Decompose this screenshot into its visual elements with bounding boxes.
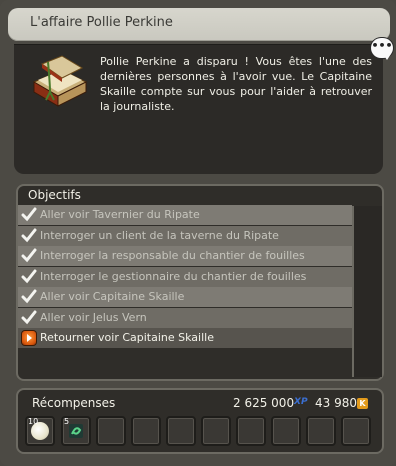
window-title: L'affaire Pollie Perkine — [30, 15, 173, 30]
objective-label: Interroger le gestionnaire du chantier d… — [40, 269, 307, 283]
checkmark-icon — [21, 248, 37, 263]
objective-row[interactable]: Interroger la responsable du chantier de… — [18, 246, 352, 266]
objective-label: Retourner voir Capitaine Skaille — [40, 331, 214, 344]
objectives-panel: Objectifs Aller voir Tavernier du Ripate… — [16, 184, 384, 381]
objective-label: Aller voir Capitaine Skaille — [40, 290, 185, 303]
objectives-list: Aller voir Tavernier du Ripate Interroge… — [18, 205, 352, 349]
objective-row[interactable]: Interroger un client de la taverne du Ri… — [18, 225, 352, 246]
kamas-value: 43 980 — [315, 396, 357, 410]
checkmark-icon — [21, 289, 37, 304]
objectives-header: Objectifs — [28, 188, 81, 202]
xp-icon: XP — [294, 397, 308, 407]
quest-description-text: Pollie Perkine a disparu ! Vous êtes l'u… — [100, 55, 372, 113]
objective-row[interactable]: Aller voir Jelus Vern — [18, 307, 352, 328]
play-arrow-icon — [22, 331, 36, 345]
objectives-scrollbar[interactable] — [352, 206, 382, 377]
rewards-panel: Récompenses 2 625 000 XP 43 980 K 10 5 — [16, 388, 384, 454]
reward-slot[interactable]: 10 — [25, 416, 55, 446]
reward-quantity: 5 — [64, 417, 70, 426]
objective-row-current[interactable]: Retourner voir Capitaine Skaille — [18, 328, 352, 348]
checkmark-icon — [21, 228, 37, 242]
xp-value: 2 625 000 — [233, 396, 295, 410]
speech-bubble-icon[interactable]: ••• — [371, 38, 393, 60]
green-emblem-icon — [69, 424, 83, 438]
quest-book-icon — [32, 55, 88, 107]
objective-label: Interroger un client de la taverne du Ri… — [40, 228, 279, 242]
checkmark-icon — [21, 269, 37, 283]
checkmark-icon — [21, 310, 37, 324]
quest-description-panel: Pollie Perkine a disparu ! Vous êtes l'u… — [14, 44, 383, 174]
empty-reward-slot[interactable] — [166, 416, 196, 446]
empty-reward-slot[interactable] — [271, 416, 301, 446]
rewards-header: Récompenses — [32, 396, 116, 410]
empty-reward-slot[interactable] — [96, 416, 126, 446]
empty-reward-slot[interactable] — [201, 416, 231, 446]
reward-slot[interactable]: 5 — [61, 416, 91, 446]
objective-label: Aller voir Tavernier du Ripate — [40, 208, 200, 221]
objective-label: Interroger la responsable du chantier de… — [40, 249, 305, 262]
empty-reward-slot[interactable] — [131, 416, 161, 446]
objective-row[interactable]: Aller voir Capitaine Skaille — [18, 287, 352, 307]
title-bar[interactable]: L'affaire Pollie Perkine — [8, 8, 390, 41]
empty-reward-slot[interactable] — [236, 416, 266, 446]
objective-row[interactable]: Interroger le gestionnaire du chantier d… — [18, 266, 352, 287]
empty-reward-slot[interactable] — [306, 416, 336, 446]
checkmark-icon — [21, 207, 37, 222]
empty-reward-slot[interactable] — [341, 416, 371, 446]
objective-label: Aller voir Jelus Vern — [40, 310, 147, 324]
kamas-icon: K — [357, 398, 368, 409]
objective-row[interactable]: Aller voir Tavernier du Ripate — [18, 205, 352, 225]
quest-window: L'affaire Pollie Perkine Pollie Perkine … — [0, 0, 396, 466]
reward-quantity: 10 — [28, 417, 39, 426]
